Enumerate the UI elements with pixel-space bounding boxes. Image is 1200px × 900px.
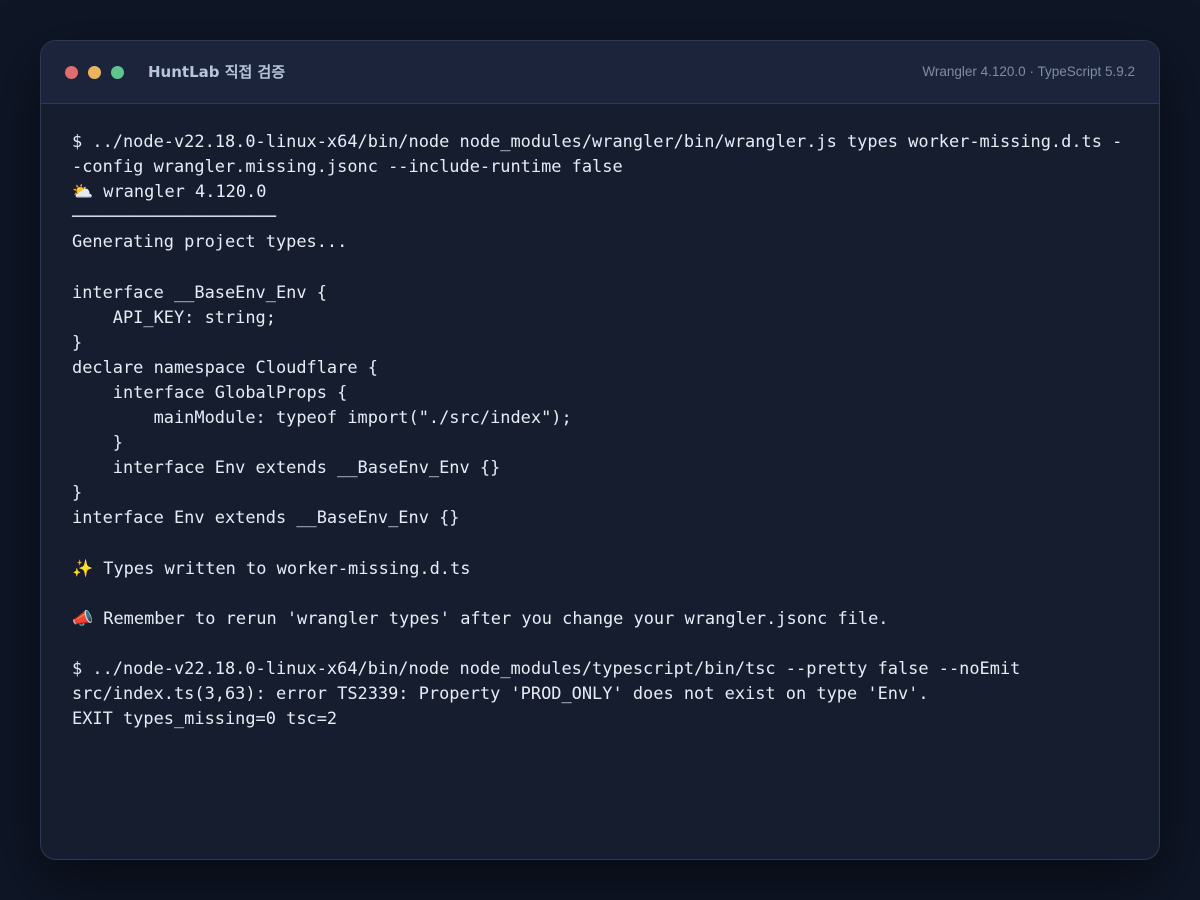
output-line: interface GlobalProps { <box>72 381 348 402</box>
terminal-output[interactable]: $ ../node-v22.18.0-linux-x64/bin/node no… <box>72 129 1135 731</box>
types-written-message: ✨ Types written to worker-missing.d.ts <box>72 557 471 578</box>
title-bar: HuntLab 직접 검증 Wrangler 4.120.0 · TypeScr… <box>41 41 1159 104</box>
maximize-window-button[interactable] <box>111 66 124 79</box>
output-line: } <box>72 331 83 352</box>
output-line: interface __BaseEnv_Env { <box>72 281 327 302</box>
output-line: interface Env extends __BaseEnv_Env {} <box>72 507 460 528</box>
wrangler-banner: ⛅️ wrangler 4.120.0 <box>72 181 267 202</box>
rerun-reminder: 📣 Remember to rerun 'wrangler types' aft… <box>72 607 889 628</box>
output-line: interface Env extends __BaseEnv_Env {} <box>72 457 501 478</box>
error-line: src/index.ts(3,63): error TS2339: Proper… <box>72 683 929 704</box>
command-line: $ ../node-v22.18.0-linux-x64/bin/node no… <box>72 131 1123 151</box>
close-window-button[interactable] <box>65 66 78 79</box>
terminal-window: HuntLab 직접 검증 Wrangler 4.120.0 · TypeScr… <box>40 40 1160 860</box>
banner-divider: ──────────────────── <box>72 206 276 227</box>
output-line: API_KEY: string; <box>72 306 276 327</box>
exit-status: EXIT types_missing=0 tsc=2 <box>72 708 338 729</box>
output-line: } <box>72 482 83 503</box>
minimize-window-button[interactable] <box>88 66 101 79</box>
command-line-continuation: -config wrangler.missing.jsonc --include… <box>72 156 623 177</box>
output-line: declare namespace Cloudflare { <box>72 356 378 377</box>
output-line: } <box>72 432 123 453</box>
version-info: Wrangler 4.120.0 · TypeScript 5.9.2 <box>922 64 1135 79</box>
command-line: $ ../node-v22.18.0-linux-x64/bin/node no… <box>72 657 1021 678</box>
output-line: mainModule: typeof import("./src/index")… <box>72 407 572 428</box>
output-line: Generating project types... <box>72 231 348 252</box>
window-title: HuntLab 직접 검증 <box>148 63 286 81</box>
